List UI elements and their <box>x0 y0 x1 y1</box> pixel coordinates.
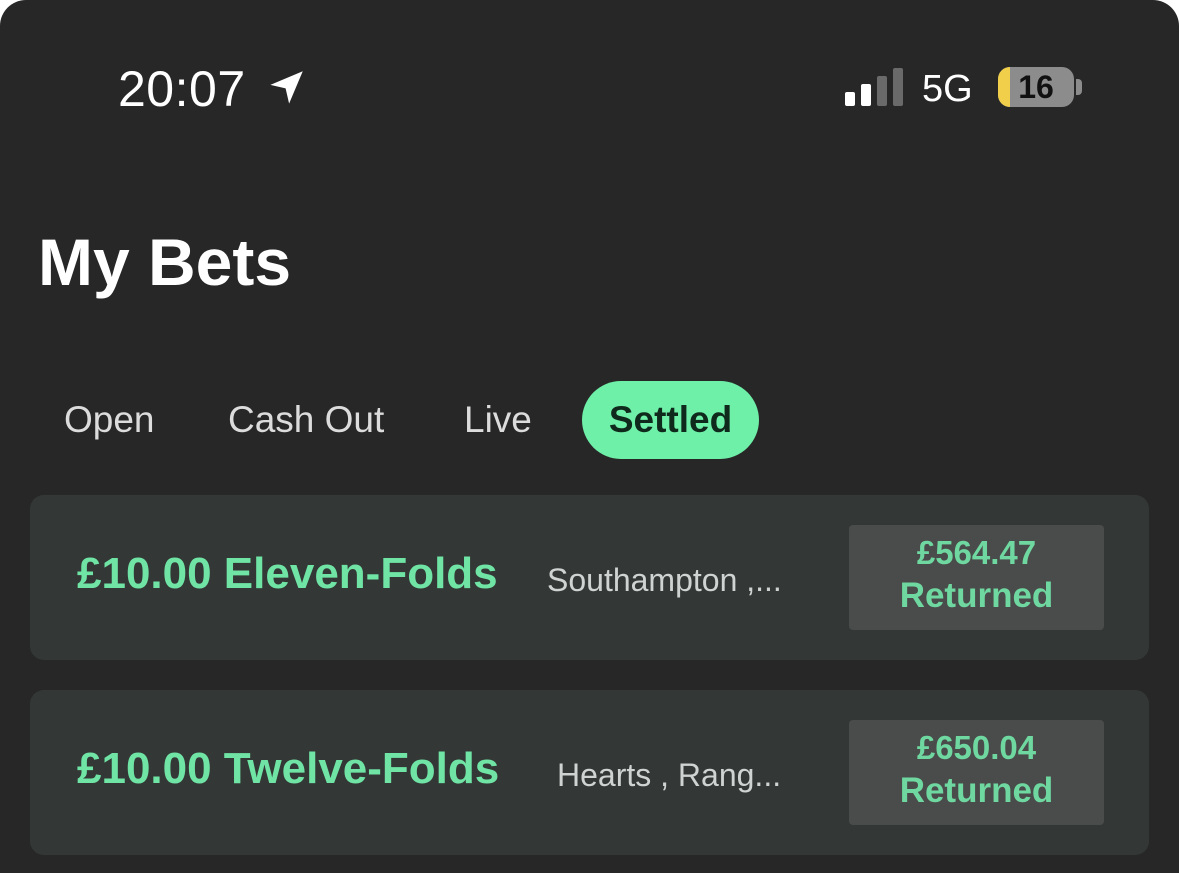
return-amount: £650.04 <box>916 729 1037 766</box>
my-bets-screen: 20:07 5G 16 My Bets Open Cash Out Live S… <box>0 0 1179 873</box>
return-amount: £564.47 <box>916 534 1037 571</box>
return-badge: £564.47 Returned <box>849 525 1104 630</box>
bet-card[interactable]: £10.00 Eleven-Folds Southampton ,... £56… <box>30 495 1149 660</box>
battery-icon: 16 <box>998 67 1074 107</box>
bet-title: £10.00 Eleven-Folds <box>77 549 498 598</box>
signal-bar <box>861 84 871 106</box>
bet-selections: Hearts , Rang... <box>557 757 782 793</box>
page-title: My Bets <box>38 225 292 299</box>
signal-bar <box>893 68 903 106</box>
network-type: 5G <box>922 68 973 110</box>
cellular-signal-icon <box>845 68 903 106</box>
return-label: Returned <box>899 771 1054 810</box>
bet-selections: Southampton ,... <box>547 562 782 598</box>
tab-live[interactable]: Live <box>464 381 532 459</box>
tab-open[interactable]: Open <box>64 381 155 459</box>
tab-settled[interactable]: Settled <box>582 381 759 459</box>
return-badge: £650.04 Returned <box>849 720 1104 825</box>
battery-level: 16 <box>1018 69 1054 105</box>
status-time: 20:07 <box>118 61 246 117</box>
location-arrow-icon <box>270 71 303 104</box>
bet-card[interactable]: £10.00 Twelve-Folds Hearts , Rang... £65… <box>30 690 1149 855</box>
bet-title: £10.00 Twelve-Folds <box>77 744 500 793</box>
signal-bar <box>845 92 855 106</box>
tab-cash-out[interactable]: Cash Out <box>228 381 384 459</box>
return-label: Returned <box>899 576 1054 615</box>
signal-bar <box>877 76 887 106</box>
battery-cap <box>1076 79 1082 95</box>
